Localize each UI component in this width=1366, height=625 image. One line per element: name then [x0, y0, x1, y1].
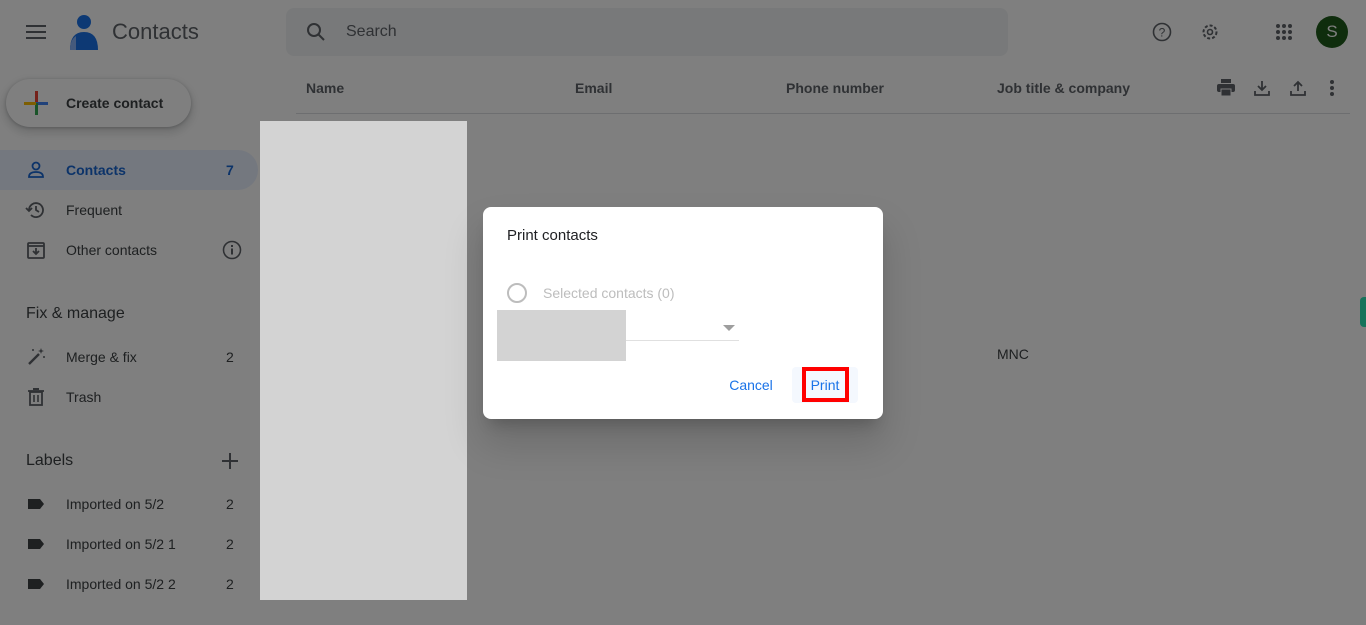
redacted-region: [497, 310, 626, 361]
dialog-title: Print contacts: [507, 227, 598, 244]
highlight-box: [802, 367, 849, 402]
contacts-scope-dropdown[interactable]: [626, 311, 739, 341]
print-contacts-dialog: Print contacts Selected contacts (0) Can…: [483, 207, 883, 419]
selected-contacts-label: Selected contacts (0): [543, 285, 675, 301]
selected-contacts-radio[interactable]: [507, 283, 527, 303]
cancel-button[interactable]: Cancel: [719, 367, 783, 403]
dropdown-arrow-icon: [723, 325, 735, 331]
redacted-region: [260, 121, 467, 600]
